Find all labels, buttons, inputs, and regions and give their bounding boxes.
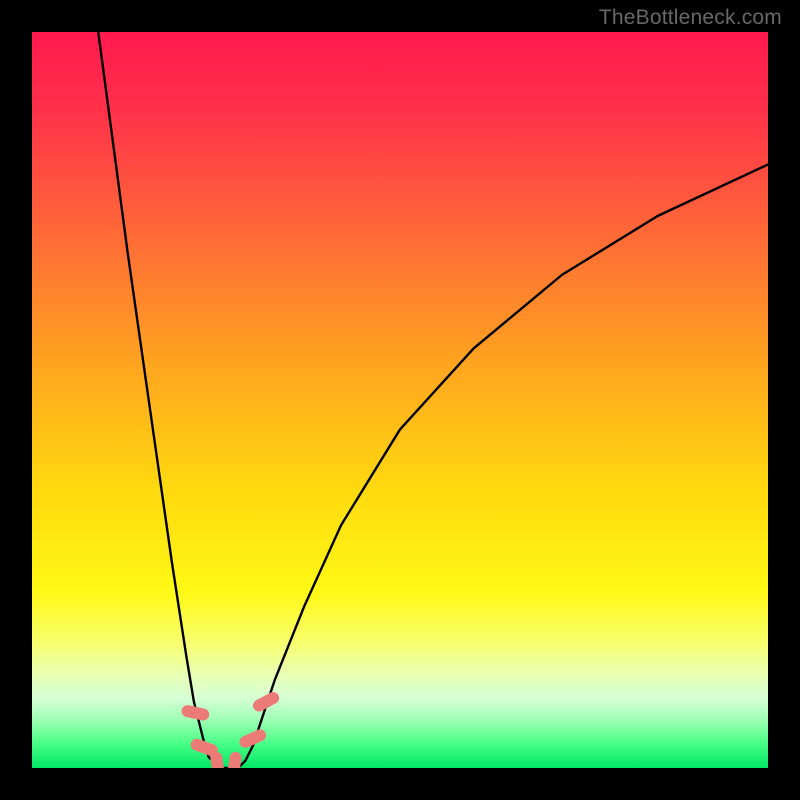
plot-area — [32, 32, 768, 768]
curve-marker-5 — [251, 690, 281, 714]
series-left-branch — [98, 32, 230, 768]
curve-marker-3 — [227, 751, 243, 768]
series-right-branch — [231, 164, 768, 768]
chart-frame: TheBottleneck.com — [0, 0, 800, 800]
curve-layer — [32, 32, 768, 768]
watermark-text: TheBottleneck.com — [599, 6, 782, 30]
